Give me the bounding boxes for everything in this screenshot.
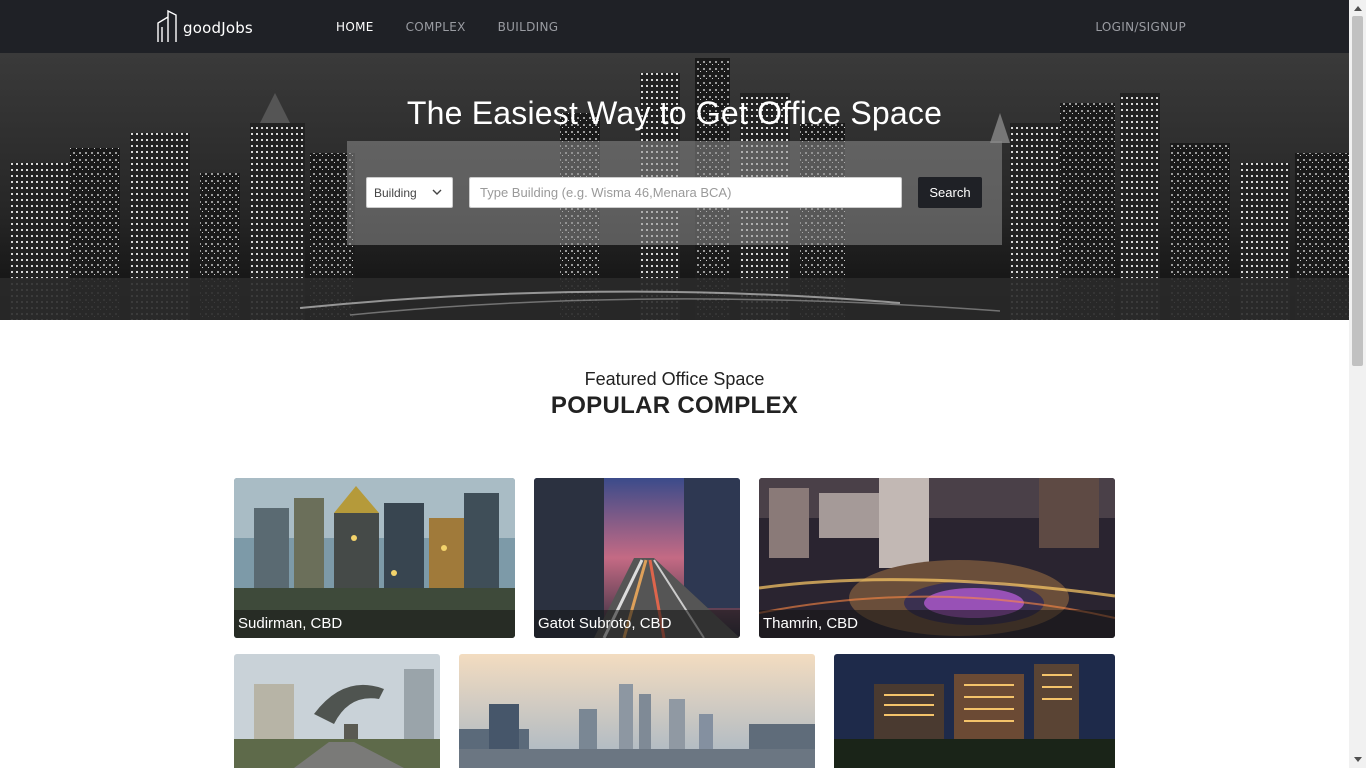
page: goodJobs HOME COMPLEX BUILDING LOGIN/SIG… [0,0,1366,768]
complex-card-6[interactable] [834,654,1115,768]
skyline-photo [459,654,815,768]
search-type-select[interactable]: Building [366,177,453,208]
search-type-value: Building [374,185,417,200]
brand-logo[interactable]: goodJobs [156,9,253,43]
card-label: Sudirman, CBD [234,610,515,638]
hero-banner: The Easiest Way to Get Office Space Buil… [0,53,1349,320]
nav-home[interactable]: HOME [336,20,374,34]
scroll-down-arrow-icon[interactable] [1349,752,1366,768]
scrollbar-thumb[interactable] [1352,16,1363,366]
section-title: POPULAR COMPLEX [550,392,799,419]
brand-name: goodJobs [183,19,253,37]
nav-complex[interactable]: COMPLEX [406,20,466,34]
chevron-down-icon [432,189,442,195]
login-signup-link[interactable]: LOGIN/SIGNUP [1095,0,1186,53]
search-panel: Building Search [347,141,1002,245]
nav-links: HOME COMPLEX BUILDING [336,0,590,53]
complex-card-4[interactable] [234,654,440,768]
card-label: Gatot Subroto, CBD [534,610,740,638]
section-subtitle: Featured Office Space [584,369,765,389]
search-input[interactable] [469,177,902,208]
navbar: goodJobs HOME COMPLEX BUILDING LOGIN/SIG… [0,0,1349,53]
complex-card-sudirman[interactable]: Sudirman, CBD [234,478,515,638]
complex-card-5[interactable] [459,654,815,768]
building-logo-icon [157,9,177,42]
nav-building[interactable]: BUILDING [498,20,559,34]
hero-title: The Easiest Way to Get Office Space [406,95,943,131]
night-towers-photo [834,654,1115,768]
statue-photo [234,654,440,768]
complex-card-gatot-subroto[interactable]: Gatot Subroto, CBD [534,478,740,638]
complex-card-thamrin[interactable]: Thamrin, CBD [759,478,1115,638]
page-scrollbar[interactable] [1349,0,1366,768]
search-button[interactable]: Search [918,177,982,208]
card-label: Thamrin, CBD [759,610,1115,638]
scroll-up-arrow-icon[interactable] [1349,0,1366,16]
